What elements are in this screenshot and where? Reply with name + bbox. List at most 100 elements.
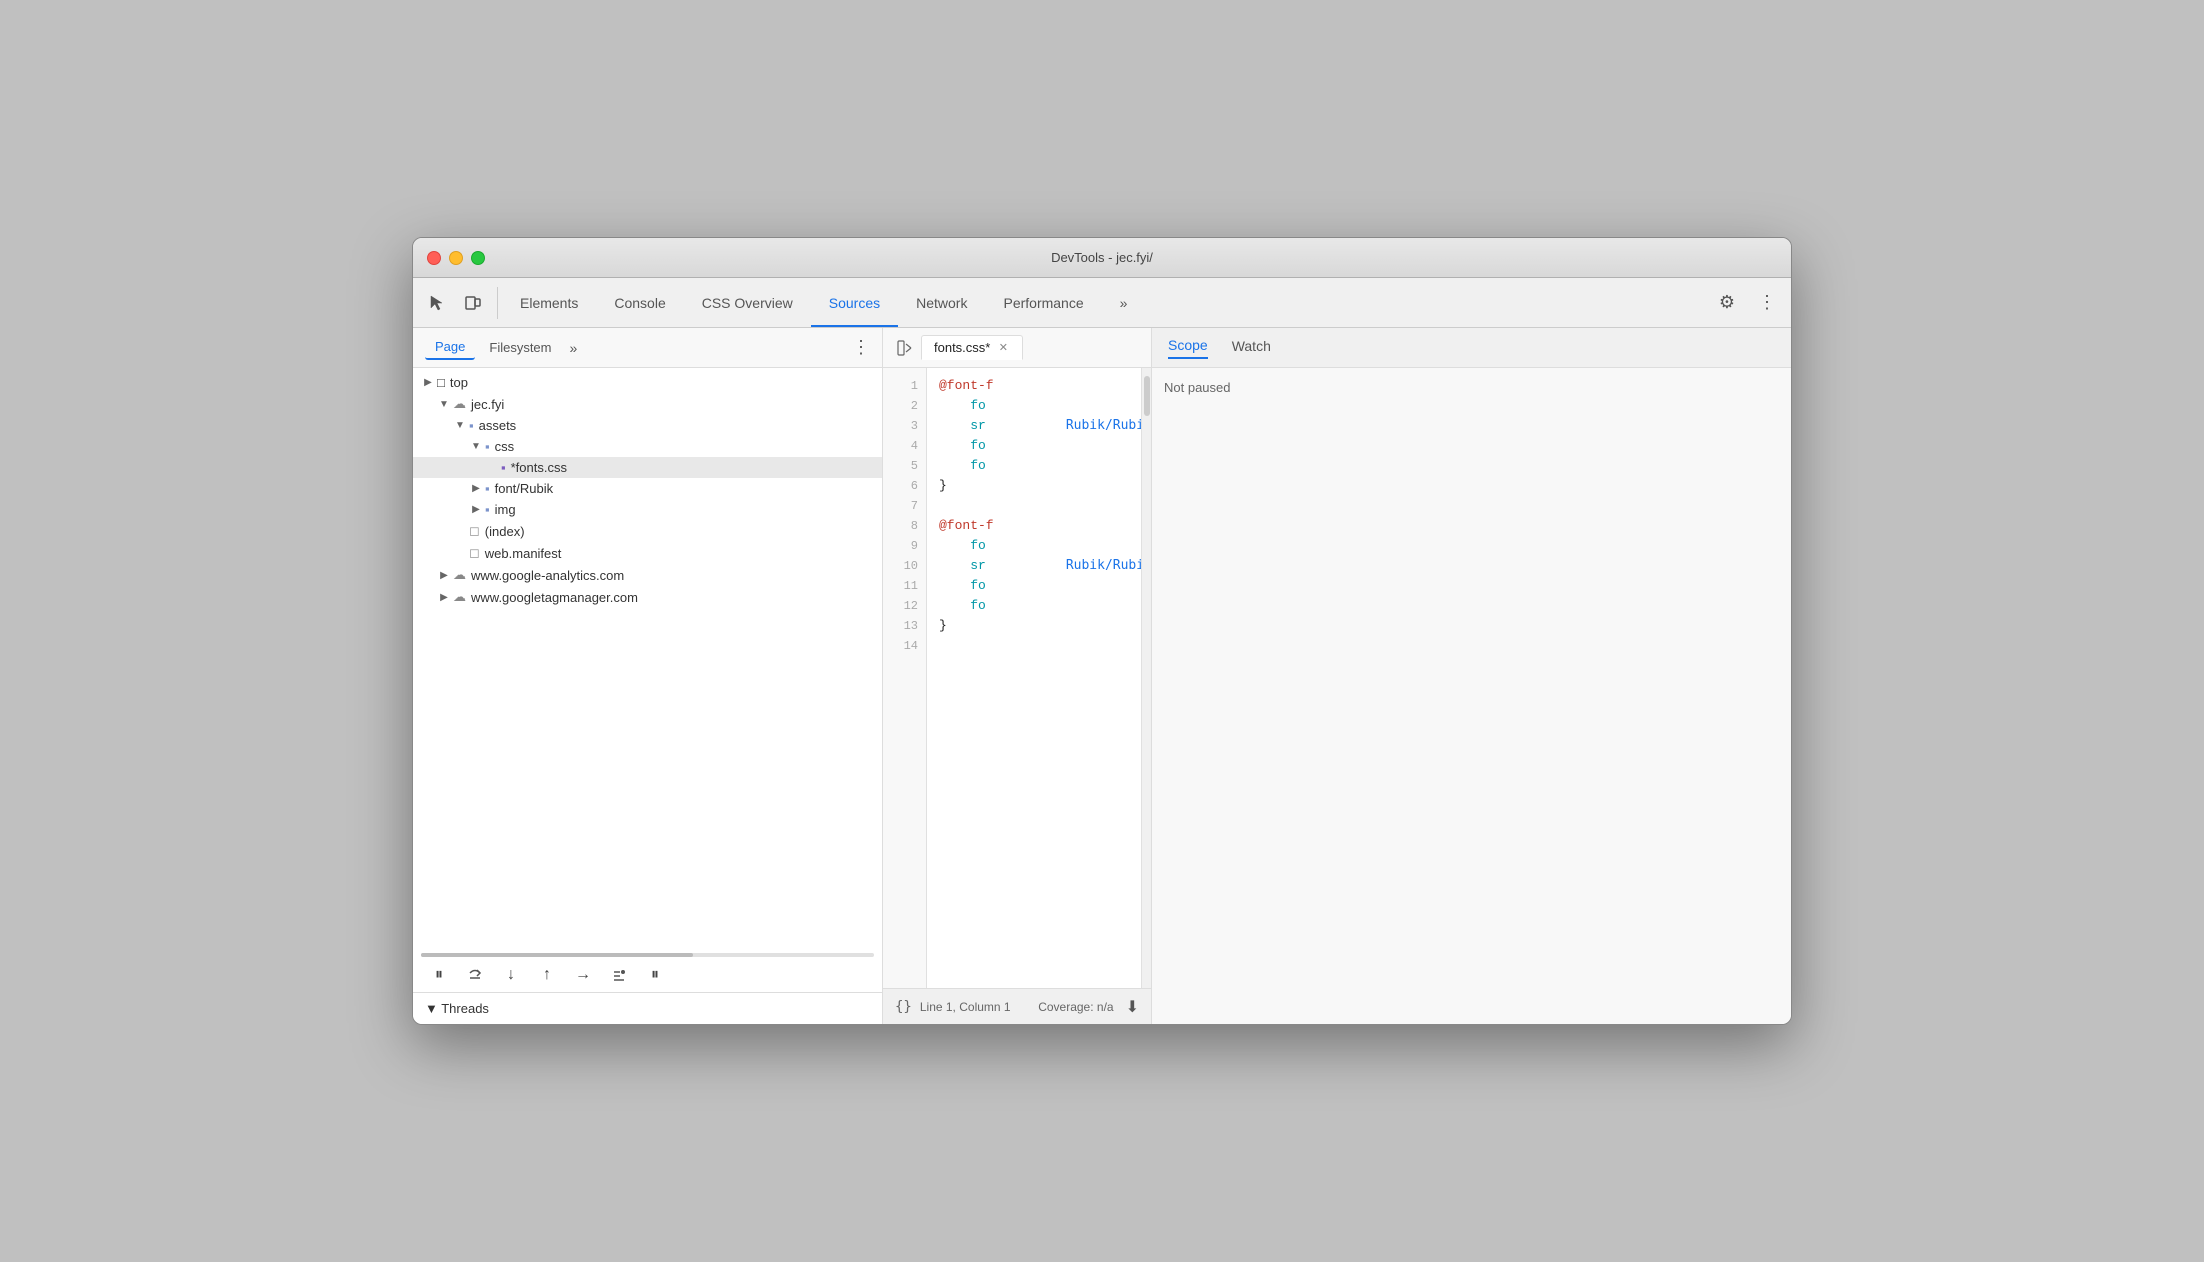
- window-title: DevTools - jec.fyi/: [1051, 250, 1153, 265]
- tree-item-img[interactable]: ▶ ▪ img: [413, 499, 882, 520]
- tree-item-assets[interactable]: ▼ ▪ assets: [413, 415, 882, 436]
- editor-tabs: fonts.css* ✕: [883, 328, 1151, 368]
- tree-label-css: css: [495, 439, 515, 454]
- tab-more[interactable]: »: [1102, 278, 1146, 327]
- tab-network[interactable]: Network: [898, 278, 985, 327]
- devtools-main: Page Filesystem » ⋮ ▶ □ top ▼ ☁: [413, 328, 1791, 1024]
- css-file-icon: ▪: [501, 460, 506, 475]
- tree-label-font-rubik: font/Rubik: [495, 481, 554, 496]
- settings-icon[interactable]: ⚙: [1711, 287, 1743, 319]
- scrollbar[interactable]: [1141, 368, 1151, 988]
- maximize-button[interactable]: [471, 251, 485, 265]
- threads-section: ▼ Threads: [413, 993, 882, 1024]
- pause-on-exceptions-button[interactable]: ⏸: [641, 961, 669, 989]
- tree-item-top[interactable]: ▶ □ top: [413, 372, 882, 393]
- folder-icon: ▪: [485, 439, 490, 454]
- pause-button[interactable]: ⏸: [425, 961, 453, 989]
- cloud-icon: ☁: [453, 589, 466, 605]
- tree-item-googletagmanager[interactable]: ▶ ☁ www.googletagmanager.com: [413, 586, 882, 608]
- folder-icon: ▪: [469, 418, 474, 433]
- more-options-icon[interactable]: ⋮: [1751, 287, 1783, 319]
- tab-close-button[interactable]: ✕: [996, 341, 1010, 355]
- tab-css-overview[interactable]: CSS Overview: [684, 278, 811, 327]
- folder-icon: ▪: [485, 502, 490, 517]
- debugger-status: Not paused: [1164, 380, 1231, 395]
- toolbar-right: ⚙ ⋮: [1711, 287, 1783, 319]
- tree-label-top: top: [450, 375, 468, 390]
- device-toggle-icon[interactable]: [457, 287, 489, 319]
- coverage-status: Coverage: n/a: [1038, 1000, 1113, 1014]
- devtools-toolbar: Elements Console CSS Overview Sources Ne…: [413, 278, 1791, 328]
- tab-performance[interactable]: Performance: [985, 278, 1101, 327]
- tab-sources[interactable]: Sources: [811, 278, 898, 327]
- titlebar: DevTools - jec.fyi/: [413, 238, 1791, 278]
- tree-item-jec-fyi[interactable]: ▼ ☁ jec.fyi: [413, 393, 882, 415]
- blackbox-button[interactable]: [605, 961, 633, 989]
- step-out-button[interactable]: ↑: [533, 961, 561, 989]
- step-into-button[interactable]: ↓: [497, 961, 525, 989]
- tree-arrow: ▼: [437, 399, 451, 410]
- sidebar-tab-filesystem[interactable]: Filesystem: [479, 336, 561, 359]
- editor-status: {} Line 1, Column 1 Coverage: n/a ⬇: [883, 988, 1151, 1024]
- coverage-icon[interactable]: ⬇: [1126, 997, 1139, 1017]
- cursor-icon[interactable]: [421, 287, 453, 319]
- tab-elements[interactable]: Elements: [502, 278, 596, 327]
- file-tree: ▶ □ top ▼ ☁ jec.fyi ▼ ▪ assets: [413, 368, 882, 953]
- tree-arrow: ▶: [469, 483, 483, 494]
- format-button[interactable]: {}: [895, 999, 912, 1015]
- tree-label-index: (index): [485, 524, 525, 539]
- code-content: @font-f fo srRubik/Rubik-Regular.ttf); f…: [927, 368, 1141, 988]
- tree-label-google-analytics: www.google-analytics.com: [471, 568, 624, 583]
- tree-arrow: ▼: [453, 420, 467, 431]
- file-icon: ◻: [469, 523, 480, 539]
- editor-tab-fonts-css[interactable]: fonts.css* ✕: [921, 335, 1023, 360]
- debugger-panel: Scope Watch Not paused: [1151, 328, 1791, 1024]
- tree-label-fonts-css: *fonts.css: [511, 460, 567, 475]
- sidebar-tabs-more[interactable]: »: [570, 340, 578, 356]
- tree-item-font-rubik[interactable]: ▶ ▪ font/Rubik: [413, 478, 882, 499]
- editor-tab-label: fonts.css*: [934, 340, 990, 355]
- status-right: Coverage: n/a ⬇: [1038, 997, 1139, 1017]
- devtools-tabs: Elements Console CSS Overview Sources Ne…: [502, 278, 1711, 327]
- debugger-content: Not paused: [1152, 368, 1791, 1024]
- tree-item-index[interactable]: ◻ (index): [413, 520, 882, 542]
- tree-item-google-analytics[interactable]: ▶ ☁ www.google-analytics.com: [413, 564, 882, 586]
- cloud-icon: ☁: [453, 396, 466, 412]
- minimize-button[interactable]: [449, 251, 463, 265]
- toolbar-icons: [421, 287, 498, 319]
- step-button[interactable]: →: [569, 961, 597, 989]
- sidebar-menu-icon[interactable]: ⋮: [852, 337, 870, 358]
- debugger-tabs: Scope Watch: [1152, 328, 1791, 368]
- tree-arrow: ▼: [469, 441, 483, 452]
- tree-label-jec-fyi: jec.fyi: [471, 397, 504, 412]
- sidebar-tabs: Page Filesystem » ⋮: [413, 328, 882, 368]
- code-editor[interactable]: 1 2 3 4 5 6 7 8 9 10 11 12 13 14 @font-f: [883, 368, 1151, 988]
- close-button[interactable]: [427, 251, 441, 265]
- cursor-position: Line 1, Column 1: [920, 1000, 1011, 1014]
- editor-area: fonts.css* ✕ 1 2 3 4 5 6 7 8 9 10 11: [883, 328, 1151, 1024]
- tree-arrow: ▶: [469, 504, 483, 515]
- tree-arrow: ▶: [421, 377, 435, 388]
- threads-label: ▼ Threads: [425, 1001, 489, 1016]
- tree-item-css[interactable]: ▼ ▪ css: [413, 436, 882, 457]
- debugger-tab-scope[interactable]: Scope: [1168, 337, 1208, 359]
- tree-item-fonts-css[interactable]: ▪ *fonts.css: [413, 457, 882, 478]
- debugger-tab-watch[interactable]: Watch: [1232, 338, 1271, 358]
- devtools-window: DevTools - jec.fyi/ Elements Console: [412, 237, 1792, 1025]
- sidebar-tab-page[interactable]: Page: [425, 335, 475, 360]
- threads-header[interactable]: ▼ Threads: [425, 1001, 870, 1016]
- traffic-lights: [427, 251, 485, 265]
- file-sidebar: Page Filesystem » ⋮ ▶ □ top ▼ ☁: [413, 328, 883, 1024]
- tree-label-img: img: [495, 502, 516, 517]
- tree-label-googletagmanager: www.googletagmanager.com: [471, 590, 638, 605]
- debug-toolbar: ⏸ ↓ ↑ →: [413, 957, 882, 993]
- tab-console[interactable]: Console: [596, 278, 683, 327]
- tree-item-web-manifest[interactable]: ◻ web.manifest: [413, 542, 882, 564]
- step-over-button[interactable]: [461, 961, 489, 989]
- tree-label-web-manifest: web.manifest: [485, 546, 562, 561]
- folder-icon: □: [437, 375, 445, 390]
- tree-arrow: ▶: [437, 570, 451, 581]
- line-numbers: 1 2 3 4 5 6 7 8 9 10 11 12 13 14: [883, 368, 927, 988]
- collapse-sidebar-button[interactable]: [891, 334, 919, 362]
- folder-icon: ▪: [485, 481, 490, 496]
